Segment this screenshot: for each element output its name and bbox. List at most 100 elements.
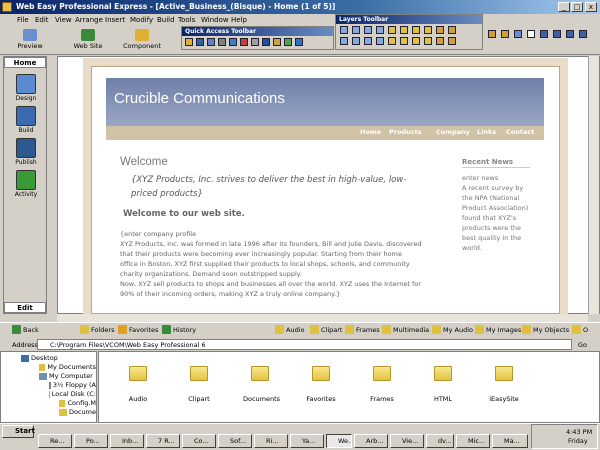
build-button[interactable]: Build	[5, 106, 47, 134]
lock-all-icon[interactable]	[436, 37, 444, 45]
qa-zoom-icon[interactable]	[251, 38, 259, 46]
tree-my-documents[interactable]: My Documents	[39, 363, 96, 371]
nav-home[interactable]: Home	[360, 128, 381, 136]
site-title[interactable]: Crucible Communications	[114, 90, 285, 107]
folder-favorites[interactable]: Favorites	[304, 366, 338, 403]
website-button[interactable]: Web Site	[62, 28, 114, 54]
task-button[interactable]: Mic...	[456, 434, 490, 448]
menu-help[interactable]: Help	[231, 16, 247, 24]
horizontal-scrollbar[interactable]	[57, 314, 588, 322]
task-button[interactable]: Re...	[38, 434, 72, 448]
menu-file[interactable]: File	[17, 16, 29, 24]
menu-arrange[interactable]: Arrange	[75, 16, 103, 24]
multimedia-link[interactable]: Multimedia	[382, 325, 429, 334]
ruler-icon[interactable]	[553, 30, 561, 38]
nav-links[interactable]: Links	[477, 128, 496, 136]
tree-desktop[interactable]: Desktop	[21, 354, 96, 362]
task-button[interactable]: 7 R...	[146, 434, 180, 448]
unlock-all-icon[interactable]	[448, 37, 456, 45]
task-button[interactable]: Co...	[182, 434, 216, 448]
menu-edit[interactable]: Edit	[35, 16, 49, 24]
company-profile-text[interactable]: {enter company profile XYZ Products, Inc…	[120, 229, 430, 299]
qa-save-icon[interactable]	[196, 38, 204, 46]
space-v-icon[interactable]	[352, 37, 360, 45]
activity-button[interactable]: Activity	[5, 170, 47, 198]
forward-icon[interactable]	[388, 37, 396, 45]
tree-my-computer[interactable]: My Computer	[39, 372, 96, 380]
qa-pointer-icon[interactable]	[218, 38, 226, 46]
qa-text-icon[interactable]	[229, 38, 237, 46]
maximize-button[interactable]: □	[571, 2, 583, 12]
menu-window[interactable]: Window	[201, 16, 229, 24]
task-button[interactable]: dv...	[426, 434, 454, 448]
blank-page-icon[interactable]	[527, 30, 535, 38]
menu-tools[interactable]: Tools	[178, 16, 195, 24]
page-icon[interactable]	[514, 30, 522, 38]
address-input[interactable]: C:\Program Files\VCOM\Web Easy Professio…	[37, 339, 572, 350]
space-h-icon[interactable]	[340, 37, 348, 45]
align-left-icon[interactable]	[340, 26, 348, 34]
folder-clipart[interactable]: Clipart	[182, 366, 216, 403]
qa-shape-icon[interactable]	[240, 38, 248, 46]
start-button[interactable]: Start	[2, 425, 35, 438]
same-width-icon[interactable]	[424, 37, 432, 45]
same-size-icon[interactable]	[412, 37, 420, 45]
recent-news-text[interactable]: enter news A recent survey by the NPA (N…	[462, 173, 534, 253]
audio-link[interactable]: Audio	[275, 325, 304, 334]
folder-html[interactable]: HTML	[426, 366, 460, 403]
qa-table-icon[interactable]	[284, 38, 292, 46]
tree-config[interactable]: Config.M	[59, 399, 96, 407]
qa-publish-icon[interactable]	[295, 38, 303, 46]
clipart-link[interactable]: Clipart	[310, 325, 342, 334]
component-button[interactable]: Component	[116, 28, 168, 54]
slogan-text[interactable]: {XYZ Products, Inc. strives to deliver t…	[131, 173, 421, 201]
frames-link[interactable]: Frames	[345, 325, 380, 334]
clock-time[interactable]: 4:43 PM	[566, 428, 592, 436]
layers-toolbar-title[interactable]: Layers Toolbar	[336, 15, 482, 24]
other-link[interactable]: O	[572, 325, 588, 334]
grid-icon[interactable]	[540, 30, 548, 38]
qa-link-icon[interactable]	[273, 38, 281, 46]
tree-local-disk[interactable]: Local Disk (C:	[49, 390, 96, 398]
publish-button[interactable]: Publish	[5, 138, 47, 166]
welcome-subheading[interactable]: Welcome to our web site.	[123, 209, 245, 219]
menu-view[interactable]: View	[55, 16, 72, 24]
group-icon[interactable]	[412, 26, 420, 34]
lock-icon[interactable]	[436, 26, 444, 34]
unlock-icon[interactable]	[448, 26, 456, 34]
bring-front-icon[interactable]	[388, 26, 396, 34]
task-button[interactable]: Inb...	[110, 434, 144, 448]
tab-edit[interactable]: Edit	[4, 302, 46, 313]
tree-documents[interactable]: Docume	[59, 408, 96, 416]
align-bottom-icon[interactable]	[376, 37, 384, 45]
nav-products[interactable]: Products	[389, 128, 422, 136]
go-button[interactable]: Go	[578, 341, 587, 349]
ungroup-icon[interactable]	[424, 26, 432, 34]
nav-company[interactable]: Company	[436, 128, 470, 136]
task-button[interactable]: Ya...	[290, 434, 324, 448]
menu-build[interactable]: Build	[157, 16, 175, 24]
folders-button[interactable]: Folders	[80, 325, 114, 334]
close-button[interactable]: x	[585, 2, 597, 12]
align-middle-icon[interactable]	[364, 37, 372, 45]
quick-access-title[interactable]: Quick Access Toolbar	[182, 27, 333, 36]
minimize-button[interactable]: _	[558, 2, 570, 12]
align-center-icon[interactable]	[352, 26, 360, 34]
welcome-heading[interactable]: Welcome	[120, 156, 168, 168]
vertical-scrollbar[interactable]	[588, 56, 599, 314]
task-button[interactable]: Ma...	[492, 434, 528, 448]
qa-font-icon[interactable]	[262, 38, 270, 46]
task-button[interactable]: Vie...	[390, 434, 424, 448]
my-objects-link[interactable]: My Objects	[522, 325, 569, 334]
task-button-active[interactable]: We...	[326, 434, 352, 448]
history-button[interactable]: History	[162, 325, 196, 334]
backward-icon[interactable]	[400, 37, 408, 45]
nav-contact[interactable]: Contact	[506, 128, 534, 136]
task-button[interactable]: Po...	[74, 434, 108, 448]
align-right-icon[interactable]	[364, 26, 372, 34]
folder-frames[interactable]: Frames	[365, 366, 399, 403]
my-images-link[interactable]: My Images	[475, 325, 521, 334]
folder-documents[interactable]: Documents	[243, 366, 280, 403]
guide-icon[interactable]	[566, 30, 574, 38]
tab-home[interactable]: Home	[4, 57, 46, 68]
